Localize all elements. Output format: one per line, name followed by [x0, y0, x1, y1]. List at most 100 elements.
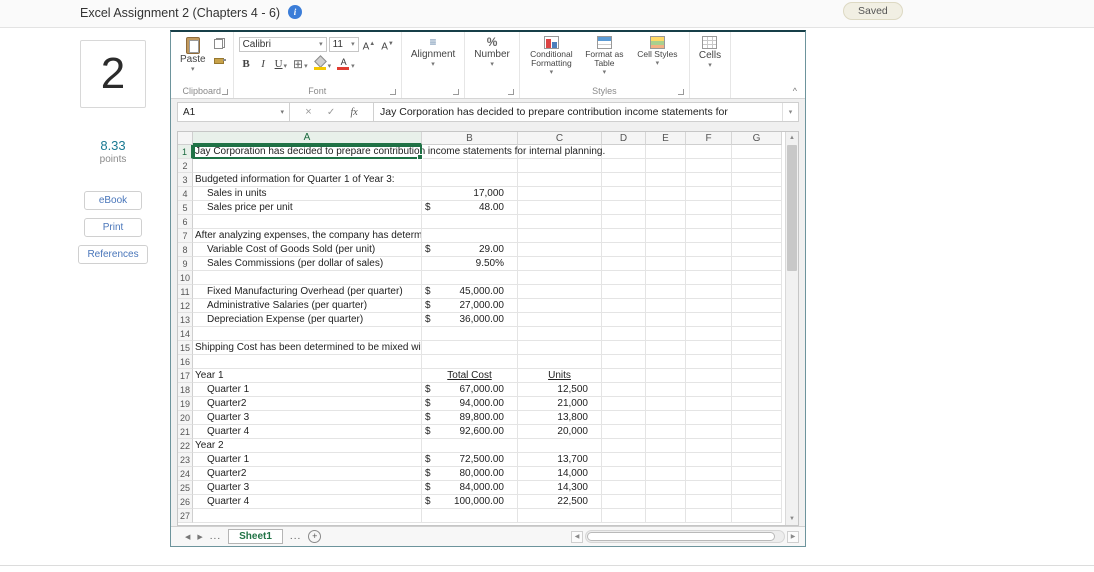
cell-E14[interactable]: [646, 327, 686, 341]
cell-G9[interactable]: [732, 257, 782, 271]
cell-E2[interactable]: [646, 159, 686, 173]
cell-E27[interactable]: [646, 509, 686, 523]
conditional-formatting-button[interactable]: Conditional Formatting ▾: [525, 34, 578, 76]
cell-E16[interactable]: [646, 355, 686, 369]
cell-D4[interactable]: [602, 187, 646, 201]
cell-A22[interactable]: Year 2: [193, 439, 422, 453]
cell-A11[interactable]: Fixed Manufacturing Overhead (per quarte…: [193, 285, 422, 299]
name-box-dropdown-icon[interactable]: ▾: [280, 109, 284, 116]
cell-E15[interactable]: [646, 341, 686, 355]
hscroll-track[interactable]: [585, 530, 785, 543]
paste-dropdown-icon[interactable]: ▾: [191, 66, 195, 73]
cell-E18[interactable]: [646, 383, 686, 397]
cell-F20[interactable]: [686, 411, 732, 425]
column-header-C[interactable]: C: [518, 132, 602, 145]
cell-G19[interactable]: [732, 397, 782, 411]
cell-B20[interactable]: $89,800.00: [422, 411, 518, 425]
cell-F21[interactable]: [686, 425, 732, 439]
cell-B22[interactable]: [422, 439, 518, 453]
cell-C7[interactable]: [518, 229, 602, 243]
cell-styles-button[interactable]: Cell Styles ▾: [631, 34, 684, 76]
cell-F18[interactable]: [686, 383, 732, 397]
cell-C8[interactable]: [518, 243, 602, 257]
cell-A2[interactable]: [193, 159, 422, 173]
cell-C22[interactable]: [518, 439, 602, 453]
cell-D7[interactable]: [602, 229, 646, 243]
alignment-dialog-launcher-icon[interactable]: [453, 89, 460, 95]
italic-button[interactable]: I: [256, 54, 271, 70]
cell-C5[interactable]: [518, 201, 602, 215]
cell-A4[interactable]: Sales in units: [193, 187, 422, 201]
cell-F23[interactable]: [686, 453, 732, 467]
cell-F5[interactable]: [686, 201, 732, 215]
cell-E25[interactable]: [646, 481, 686, 495]
cell-E19[interactable]: [646, 397, 686, 411]
cell-A23[interactable]: Quarter 1: [193, 453, 422, 467]
alignment-button[interactable]: ≡ Alignment ▾: [407, 34, 459, 70]
cell-C3[interactable]: [518, 173, 602, 187]
cell-F6[interactable]: [686, 215, 732, 229]
row-header-20[interactable]: 20: [178, 411, 193, 425]
column-header-G[interactable]: G: [732, 132, 782, 145]
copy-button[interactable]: [212, 37, 228, 50]
row-header-16[interactable]: 16: [178, 355, 193, 369]
row-header-6[interactable]: 6: [178, 215, 193, 229]
cell-D21[interactable]: [602, 425, 646, 439]
cell-D1[interactable]: [602, 145, 646, 159]
cell-C10[interactable]: [518, 271, 602, 285]
cell-F11[interactable]: [686, 285, 732, 299]
cell-E23[interactable]: [646, 453, 686, 467]
row-header-19[interactable]: 19: [178, 397, 193, 411]
cell-D5[interactable]: [602, 201, 646, 215]
cell-B9[interactable]: 9.50%: [422, 257, 518, 271]
cell-E6[interactable]: [646, 215, 686, 229]
format-painter-button[interactable]: [212, 54, 228, 67]
ebook-button[interactable]: eBook: [84, 191, 142, 210]
cell-B4[interactable]: 17,000: [422, 187, 518, 201]
sheet-ellipsis-left[interactable]: ...: [210, 531, 221, 542]
cell-A17[interactable]: Year 1: [193, 369, 422, 383]
cell-A24[interactable]: Quarter2: [193, 467, 422, 481]
cell-C16[interactable]: [518, 355, 602, 369]
cell-G10[interactable]: [732, 271, 782, 285]
cell-A19[interactable]: Quarter2: [193, 397, 422, 411]
sheet-nav-right-icon[interactable]: ▶: [197, 533, 202, 541]
cell-D2[interactable]: [602, 159, 646, 173]
cell-D23[interactable]: [602, 453, 646, 467]
cell-G5[interactable]: [732, 201, 782, 215]
vscroll-track[interactable]: [786, 272, 798, 513]
font-size-select[interactable]: 11 ▾: [328, 36, 359, 52]
vertical-scrollbar[interactable]: ▲ ▼: [785, 132, 798, 525]
paste-button[interactable]: Paste ▾: [176, 34, 210, 75]
cell-G22[interactable]: [732, 439, 782, 453]
cell-B19[interactable]: $94,000.00: [422, 397, 518, 411]
cell-G8[interactable]: [732, 243, 782, 257]
cell-G13[interactable]: [732, 313, 782, 327]
cell-E11[interactable]: [646, 285, 686, 299]
cell-G12[interactable]: [732, 299, 782, 313]
cell-D27[interactable]: [602, 509, 646, 523]
cell-D15[interactable]: [602, 341, 646, 355]
cell-A6[interactable]: [193, 215, 422, 229]
cell-E20[interactable]: [646, 411, 686, 425]
cell-G27[interactable]: [732, 509, 782, 523]
row-header-17[interactable]: 17: [178, 369, 193, 383]
cell-G17[interactable]: [732, 369, 782, 383]
cell-D10[interactable]: [602, 271, 646, 285]
grow-font-button[interactable]: A▲: [361, 36, 378, 52]
cell-A26[interactable]: Quarter 4: [193, 495, 422, 509]
cell-B24[interactable]: $80,000.00: [422, 467, 518, 481]
cell-E9[interactable]: [646, 257, 686, 271]
row-header-10[interactable]: 10: [178, 271, 193, 285]
cell-G11[interactable]: [732, 285, 782, 299]
cell-D18[interactable]: [602, 383, 646, 397]
cell-G3[interactable]: [732, 173, 782, 187]
cell-E5[interactable]: [646, 201, 686, 215]
cell-C19[interactable]: 21,000: [518, 397, 602, 411]
cell-A20[interactable]: Quarter 3: [193, 411, 422, 425]
cell-E17[interactable]: [646, 369, 686, 383]
font-color-button[interactable]: A ▾: [335, 54, 357, 70]
cell-C18[interactable]: 12,500: [518, 383, 602, 397]
cell-B27[interactable]: [422, 509, 518, 523]
cell-G18[interactable]: [732, 383, 782, 397]
